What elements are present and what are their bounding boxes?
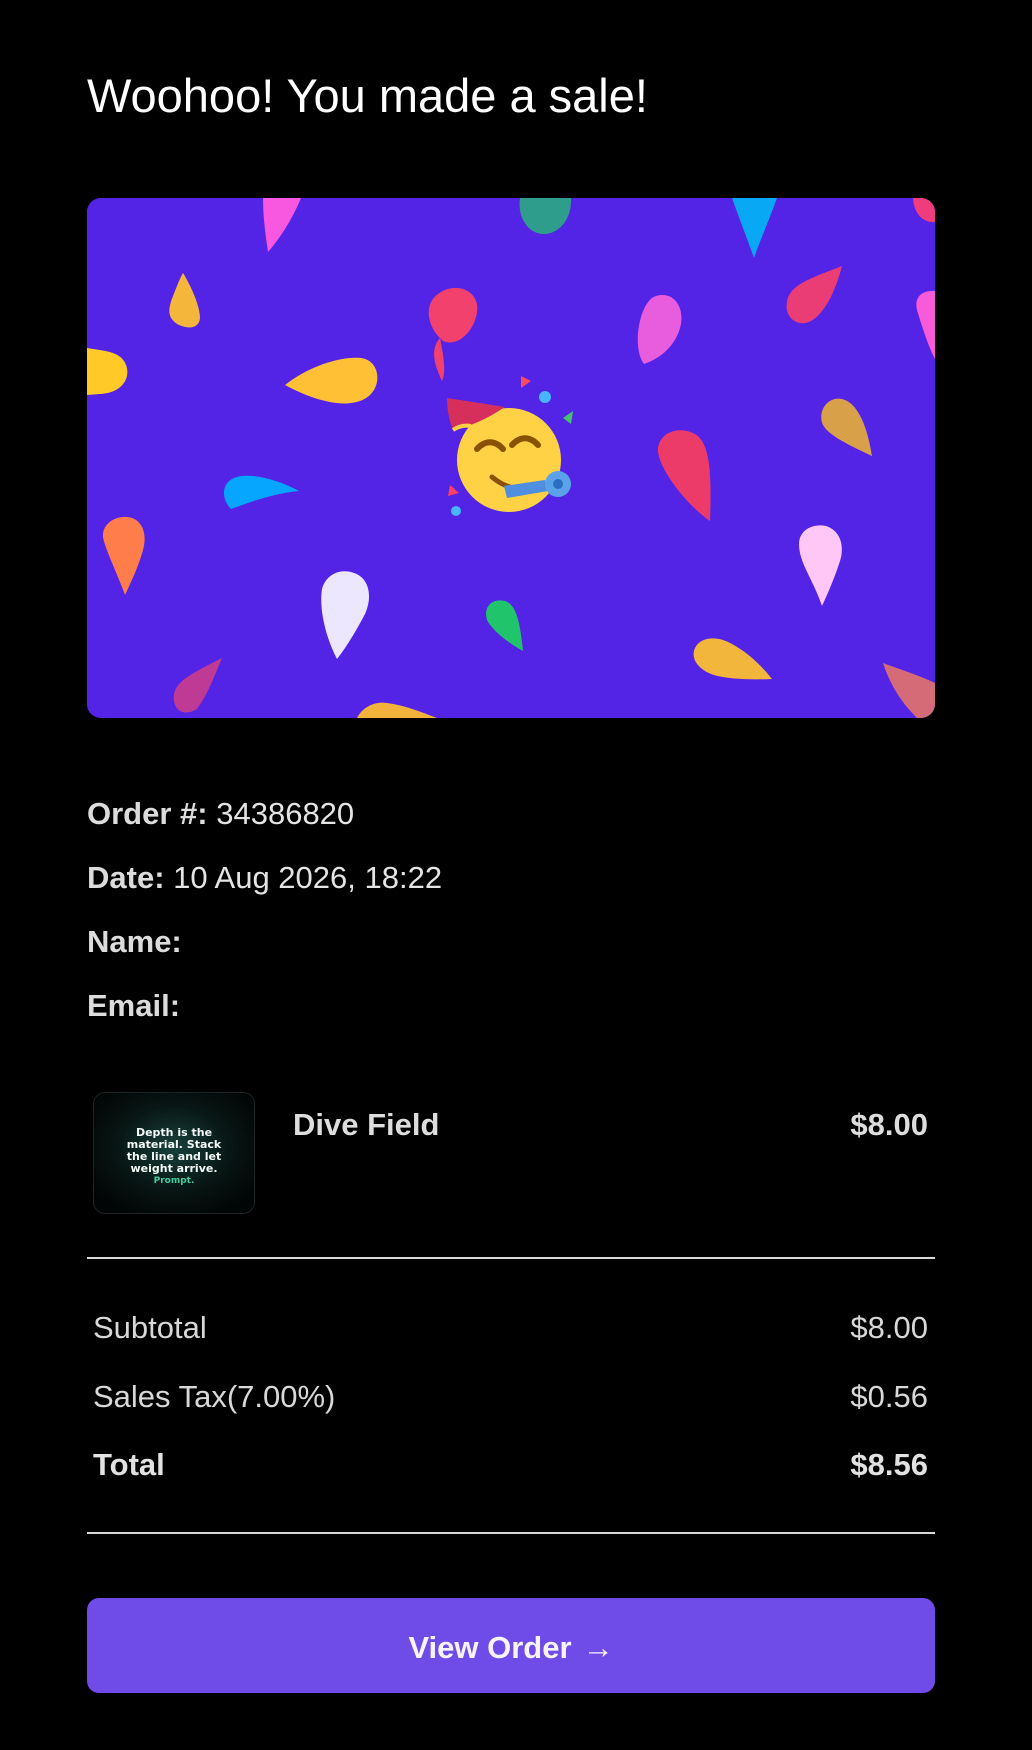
total-label: Total (93, 1447, 165, 1482)
sales-tax-row: Sales Tax(7.00%) $0.56 (93, 1373, 928, 1421)
product-thumbnail: Depth is the material. Stack the line an… (93, 1092, 255, 1214)
view-order-label: View Order (408, 1630, 572, 1666)
subtotal-value: $8.00 (850, 1310, 928, 1345)
order-number-row: Order #: 34386820 (87, 790, 935, 854)
customer-name-row: Name: (87, 918, 935, 982)
confetti-illustration (87, 198, 935, 718)
order-details: Order #: 34386820 Date: 10 Aug 2026, 18:… (87, 790, 935, 1046)
party-blower-center (553, 479, 563, 489)
arrow-right-icon: → (582, 1630, 614, 1666)
customer-name-label: Name: (87, 924, 182, 959)
product-name: Dive Field (293, 1107, 440, 1142)
sales-tax-value: $0.56 (850, 1379, 928, 1414)
order-date-label: Date: (87, 860, 165, 895)
sale-notification-email: Woohoo! You made a sale! Order #: 343868… (87, 0, 935, 1750)
summary-divider-bottom (87, 1532, 935, 1534)
total-row: Total $8.56 (93, 1441, 928, 1489)
celebration-banner (87, 198, 935, 718)
thumbnail-line-4: weight arrive. (130, 1162, 217, 1175)
subtotal-row: Subtotal $8.00 (93, 1304, 928, 1352)
order-date-row: Date: 10 Aug 2026, 18:22 (87, 854, 935, 918)
thumbnail-line-5: Prompt. (154, 1176, 195, 1186)
product-thumbnail-image: Depth is the material. Stack the line an… (94, 1093, 254, 1213)
order-number-value: 34386820 (216, 796, 355, 831)
summary-divider-top (87, 1257, 935, 1259)
order-date-value: 10 Aug 2026, 18:22 (173, 860, 443, 895)
view-order-button[interactable]: View Order → (87, 1598, 935, 1693)
subtotal-label: Subtotal (93, 1310, 207, 1345)
customer-email-row: Email: (87, 982, 935, 1046)
sales-tax-label: Sales Tax(7.00%) (93, 1379, 336, 1414)
customer-email-label: Email: (87, 988, 181, 1023)
total-value: $8.56 (850, 1447, 928, 1482)
confetti-spark (451, 506, 461, 516)
product-price: $8.00 (850, 1107, 928, 1142)
confetti-spark (539, 391, 551, 403)
page-title: Woohoo! You made a sale! (87, 69, 648, 122)
order-number-label: Order #: (87, 796, 208, 831)
purchased-product: Depth is the material. Stack the line an… (87, 1090, 935, 1220)
